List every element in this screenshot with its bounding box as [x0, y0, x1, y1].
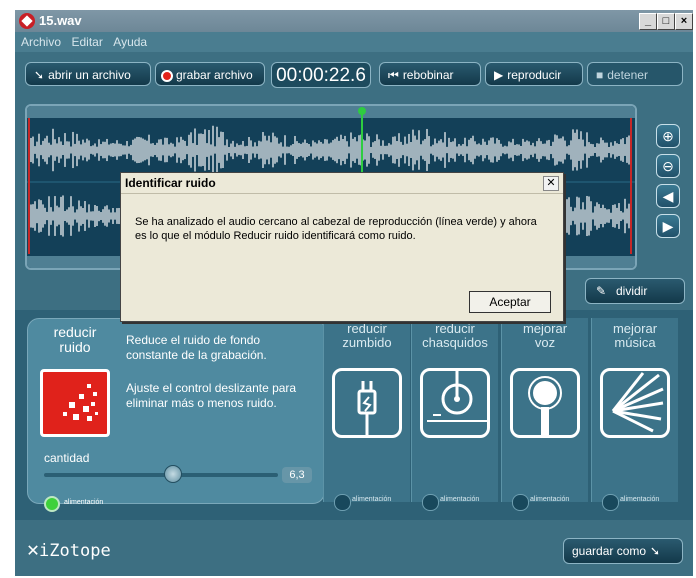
power-label: alimentación [620, 496, 660, 503]
scroll-left-icon[interactable]: ◀ [656, 184, 680, 208]
dialog-message: Se ha analizado el audio cercano al cabe… [135, 216, 537, 242]
zoom-out-icon[interactable]: ⊖ [656, 154, 680, 178]
arrow-icon: ➘ [650, 544, 661, 558]
record-button[interactable]: grabar archivo [155, 62, 265, 86]
module-title-line2: zumbido [342, 335, 392, 350]
amount-value[interactable]: 6,3 [282, 467, 312, 483]
module-description: Reduce el ruido de fondo constante de la… [126, 333, 267, 362]
close-button[interactable]: × [675, 13, 693, 30]
maximize-button[interactable]: □ [657, 13, 675, 30]
window-title: 15.wav [39, 13, 82, 28]
menu-ayuda[interactable]: Ayuda [113, 35, 147, 49]
save-as-button[interactable]: guardar como ➘ [563, 538, 683, 564]
module-title-line2: música [614, 335, 656, 350]
burst-icon[interactable] [600, 368, 670, 438]
scrub-bar[interactable] [27, 106, 635, 118]
power-icon[interactable] [602, 494, 619, 511]
record-label: grabar archivo [176, 68, 253, 82]
module-enhance-music[interactable]: mejorar música alimentación [591, 318, 678, 511]
split-label: dividir [616, 284, 648, 298]
module-title: mejorar música [592, 322, 678, 350]
record-icon [161, 70, 173, 82]
identify-noise-dialog: Identificar ruido ✕ Se ha analizado el a… [120, 172, 564, 322]
microphone-icon[interactable] [510, 368, 580, 438]
zoom-in-icon[interactable]: ⊕ [656, 124, 680, 148]
power-icon[interactable] [44, 496, 60, 512]
power-label: alimentación [352, 496, 392, 503]
stop-button[interactable]: ■ detener [587, 62, 683, 86]
arrow-icon: ➘ [34, 68, 45, 82]
izotope-logo-text: iZotope [39, 541, 111, 561]
rewind-icon: ⏮ [388, 68, 399, 82]
amount-label: cantidad [44, 451, 90, 465]
app-window: 15.wav _ □ × Archivo Editar Ayuda ➘ abrir… [15, 10, 693, 576]
menu-archivo[interactable]: Archivo [21, 35, 61, 49]
dialog-close-icon[interactable]: ✕ [543, 176, 559, 191]
izotope-logo-icon: ✕ [27, 537, 40, 561]
menu-editar[interactable]: Editar [71, 35, 102, 49]
izotope-logo: ✕iZotope [27, 537, 111, 561]
rewind-label: rebobinar [402, 68, 454, 82]
pen-icon: ✎ [596, 284, 607, 298]
modules-panel: reducir ruido Reduce el ruido de fondo c… [15, 310, 693, 520]
module-enhance-voice[interactable]: mejorar voz alimentación [501, 318, 588, 511]
module-title-line2: ruido [59, 339, 91, 355]
module-instructions: Ajuste el control deslizante para elimin… [126, 381, 297, 410]
module-title-line2: chasquidos [422, 335, 488, 350]
play-icon: ▶ [494, 68, 504, 82]
module-title-line1: mejorar [612, 321, 658, 336]
module-reduce-hum[interactable]: reducir zumbido alimentación [323, 318, 410, 511]
stop-label: detener [607, 68, 648, 82]
module-title-line1: reducir [435, 321, 475, 336]
vinyl-icon[interactable] [420, 368, 490, 438]
scroll-right-icon[interactable]: ▶ [656, 214, 680, 238]
module-title-line1: mejorar [522, 321, 568, 336]
save-as-label: guardar como [572, 544, 647, 558]
dialog-title-bar: Identificar ruido ✕ [121, 173, 563, 194]
minimize-button[interactable]: _ [639, 13, 657, 30]
play-label: reproducir [507, 68, 562, 82]
dialog-ok-button[interactable]: Aceptar [469, 291, 551, 313]
menu-bar: Archivo Editar Ayuda [15, 32, 693, 52]
power-icon[interactable] [512, 494, 529, 511]
amount-slider-handle[interactable] [163, 465, 182, 483]
play-button[interactable]: ▶ reproducir [485, 62, 583, 86]
module-title-line2: voz [534, 335, 556, 350]
amount-slider-track[interactable] [44, 473, 278, 477]
title-bar: 15.wav _ □ × [15, 10, 693, 32]
rewind-button[interactable]: ⏮ rebobinar [379, 62, 481, 86]
power-label: alimentación [440, 496, 480, 503]
reduce-noise-icon[interactable] [40, 369, 110, 437]
open-file-button[interactable]: ➘ abrir un archivo [25, 62, 151, 86]
time-display: 00:00:22.6 [271, 62, 371, 88]
stop-icon: ■ [596, 68, 604, 82]
module-title-line1: reducir [53, 324, 97, 340]
power-icon[interactable] [422, 494, 439, 511]
power-label: alimentación [64, 499, 104, 506]
module-title: reducir chasquidos [412, 322, 498, 350]
module-title: reducir ruido [30, 325, 120, 355]
dialog-title: Identificar ruido [125, 176, 216, 190]
waveform-channel-left [30, 125, 630, 175]
open-file-label: abrir un archivo [48, 68, 131, 82]
module-reduce-clicks[interactable]: reducir chasquidos alimentación [411, 318, 498, 511]
split-button[interactable]: ✎ dividir [585, 278, 685, 304]
module-title-line1: reducir [347, 321, 387, 336]
power-icon[interactable] [334, 494, 351, 511]
playhead-handle[interactable] [358, 107, 366, 115]
module-reduce-noise: reducir ruido Reduce el ruido de fondo c… [27, 318, 325, 512]
power-label: alimentación [530, 496, 570, 503]
plug-icon[interactable] [332, 368, 402, 438]
module-title: reducir zumbido [324, 322, 410, 350]
izotope-app-icon [19, 13, 35, 29]
module-title: mejorar voz [502, 322, 588, 350]
